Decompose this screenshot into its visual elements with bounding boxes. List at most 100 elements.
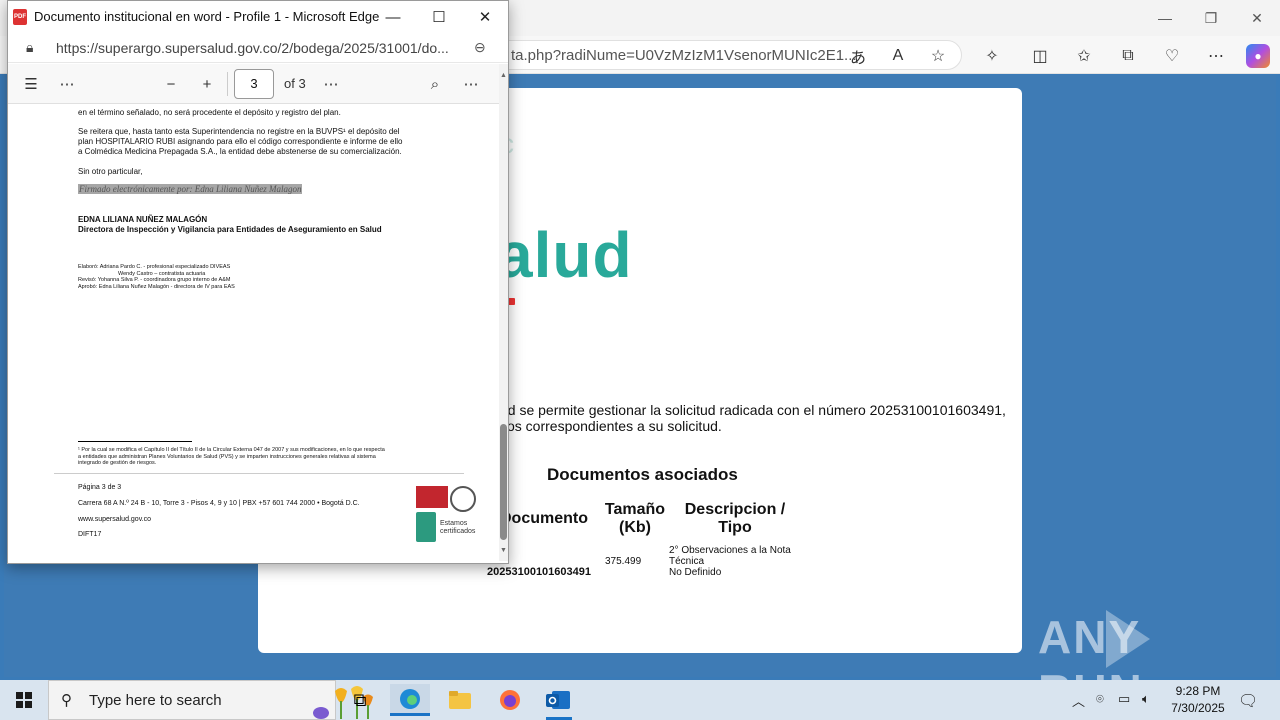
document-description: 2° Observaciones a la Nota Técnica No De… xyxy=(669,545,791,578)
page-count-label: of 3 xyxy=(284,76,306,91)
credit-aprobo: Aprobó: Edna Liliana Nuñez Malagón - dir… xyxy=(78,283,235,290)
outlook-icon[interactable] xyxy=(538,684,578,716)
request-message: ud se permite gestionar la solicitud rad… xyxy=(500,402,1006,434)
doc-line-top: en el término señalado, no será proceden… xyxy=(78,108,341,117)
doc-para-1-line-3: a Colmédica Medicina Prepagada S.A., la … xyxy=(78,147,402,156)
document-description-line-2: Técnica xyxy=(669,556,705,567)
search-placeholder: Type here to search xyxy=(89,692,222,709)
zoom-icon[interactable]: ⊖ xyxy=(474,39,486,56)
network-icon[interactable]: ▭ xyxy=(1118,691,1130,707)
column-header-tamano: Tamaño (Kb) xyxy=(602,501,668,537)
scroll-down-icon[interactable]: ▼ xyxy=(499,547,508,554)
show-hidden-icons-chevron-icon[interactable]: ︿ xyxy=(1072,691,1085,710)
translate-icon[interactable]: あ xyxy=(846,44,870,68)
signer-name: EDNA LILIANA NUÑEZ MALAGÓN xyxy=(78,215,208,224)
pdf-toolbar: ☰ ⋯ − + 3 of 3 ⋯ ⌕ ⋯ xyxy=(8,64,500,104)
split-screen-icon[interactable]: ◫ xyxy=(1028,44,1052,68)
bg-restore-button[interactable]: ❐ xyxy=(1188,0,1234,36)
firefox-icon[interactable] xyxy=(490,684,530,716)
logo-red-mark xyxy=(508,298,515,305)
more-tools-icon[interactable]: ⋯ xyxy=(56,74,78,94)
taskbar-search-box[interactable]: ⚲ Type here to search xyxy=(48,680,373,720)
pdf-maximize-button[interactable]: ☐ xyxy=(416,1,462,33)
credits-block: Elaboró: Adriana Pardo C. - profesional … xyxy=(78,264,235,290)
collections-icon[interactable]: ⧉ xyxy=(1116,44,1140,68)
favorites-icon[interactable]: ✩ xyxy=(1072,44,1096,68)
pdf-minimize-button[interactable]: — xyxy=(370,1,416,33)
firefox-logo-icon xyxy=(500,690,520,710)
browser-essentials-icon[interactable]: ♡ xyxy=(1160,44,1184,68)
page-number-input[interactable]: 3 xyxy=(234,69,274,99)
settings-menu-icon[interactable]: ⋯ xyxy=(460,74,482,94)
toolbar-divider xyxy=(227,72,228,96)
favorite-star-icon[interactable]: ☆ xyxy=(926,44,950,68)
document-description-line-1: 2° Observaciones a la Nota xyxy=(669,545,791,556)
read-aloud-icon[interactable]: A xyxy=(886,44,910,68)
start-button[interactable] xyxy=(0,680,48,720)
request-message-line-1: ud se permite gestionar la solicitud rad… xyxy=(500,402,1006,418)
pdf-file-icon: PDF xyxy=(13,9,27,25)
iqnet-badge-icon xyxy=(416,512,436,542)
footer-website: www.supersalud.gov.co xyxy=(78,516,152,523)
zoom-out-icon[interactable]: − xyxy=(160,74,182,94)
notifications-icon[interactable]: 🗨︎ xyxy=(1238,691,1258,711)
pdf-address-bar[interactable]: 🔒︎ https://superargo.supersalud.gov.co/2… xyxy=(8,33,508,63)
electronic-signature: Firmado electrónicamente por: Edna Lilia… xyxy=(78,184,303,194)
doc-para-1-line-1: Se reitera que, hasta tanto esta Superin… xyxy=(78,127,400,136)
pdf-viewer-window: PDF Documento institucional en word - Pr… xyxy=(7,0,509,564)
contents-list-icon[interactable]: ☰ xyxy=(20,74,42,94)
column-header-descripcion: Descripcion / Tipo xyxy=(680,501,790,537)
copilot-icon[interactable]: ● xyxy=(1246,44,1270,68)
clock-time: 9:28 PM xyxy=(1175,684,1221,698)
task-view-icon[interactable]: ⧉ xyxy=(340,684,380,716)
column-header-descripcion-line-1: Descripcion / xyxy=(684,501,786,518)
outlook-logo-icon xyxy=(546,691,570,709)
cert-text-line-2: certificados xyxy=(440,528,476,535)
credit-elaboro-1: Elaboró: Adriana Pardo C. - profesional … xyxy=(78,264,231,270)
bg-close-button[interactable]: ✕ xyxy=(1234,0,1280,36)
pdf-url-text: https://superargo.supersalud.gov.co/2/bo… xyxy=(56,40,449,56)
document-number-link[interactable]: 20253100101603491 xyxy=(487,567,591,578)
credit-reviso: Revisó: Yohanna Silva P. - coordinadora … xyxy=(78,277,231,283)
bg-url-text: ta.php?radiNume=U0VzMzIzM1VsenorMUNIc2E1… xyxy=(511,47,857,64)
iso-badge-icon xyxy=(416,486,448,508)
column-header-tamano-line-1: Tamaño xyxy=(604,501,666,518)
tray-app-icon[interactable]: ⌾ xyxy=(1096,691,1104,707)
bg-minimize-button[interactable]: — xyxy=(1142,0,1188,36)
doc-closing: Sin otro particular, xyxy=(78,167,143,176)
document-size: 375.499 xyxy=(605,556,642,567)
certification-badge: Estamos certificados xyxy=(416,486,480,546)
supersalud-logo-text: alud xyxy=(497,219,633,291)
settings-more-icon[interactable]: ⋯ xyxy=(1204,44,1228,68)
taskbar-clock[interactable]: 9:28 PM 7/30/2025 xyxy=(1160,683,1236,717)
taskbar: ⚲ Type here to search ⧉ ︿ ⌾ ▭ 🔈︎ 9:28 PM… xyxy=(0,680,1280,720)
scroll-up-icon[interactable]: ▲ xyxy=(499,72,508,79)
docs-section-title: Documentos asociados xyxy=(547,465,738,484)
certification-seal-icon xyxy=(450,486,476,512)
footer-separator xyxy=(54,473,464,474)
edge-logo-icon xyxy=(400,688,420,709)
pdf-close-button[interactable]: ✕ xyxy=(462,1,508,33)
pdf-title-bar[interactable]: PDF Documento institucional en word - Pr… xyxy=(8,1,508,33)
file-explorer-icon[interactable] xyxy=(440,684,480,716)
extensions-icon[interactable]: ✧ xyxy=(980,44,1004,68)
clock-date: 7/30/2025 xyxy=(1171,701,1225,715)
volume-icon[interactable]: 🔈︎ xyxy=(1142,691,1150,707)
pdf-window-title: Documento institucional en word - Profil… xyxy=(34,9,380,24)
footnote-line-1: ¹ Por la cual se modifica el Capítulo II… xyxy=(78,447,385,453)
scroll-thumb[interactable] xyxy=(500,424,507,540)
find-search-icon[interactable]: ⌕ xyxy=(424,74,446,94)
column-header-tamano-line-2: (Kb) xyxy=(619,519,651,536)
footer-address: Carrera 68 A N.º 24 B - 10, Torre 3 - Pi… xyxy=(78,500,360,507)
lock-icon[interactable]: 🔒︎ xyxy=(26,39,33,56)
footnote-line-3: integrado de gestión de riesgos. xyxy=(78,460,157,466)
edge-taskbar-icon[interactable] xyxy=(390,684,430,716)
windows-logo-icon xyxy=(16,692,32,708)
more-options-icon[interactable]: ⋯ xyxy=(320,74,342,94)
doc-para-1-line-2: plan HOSPITALARIO RUBI asignando para el… xyxy=(78,137,403,146)
anyrun-play-icon xyxy=(1106,610,1150,668)
pdf-scrollbar[interactable]: ▲ ▼ xyxy=(499,64,508,561)
zoom-in-icon[interactable]: + xyxy=(196,74,218,94)
cert-text: Estamos certificados xyxy=(440,520,475,536)
cert-text-line-1: Estamos xyxy=(440,520,468,527)
